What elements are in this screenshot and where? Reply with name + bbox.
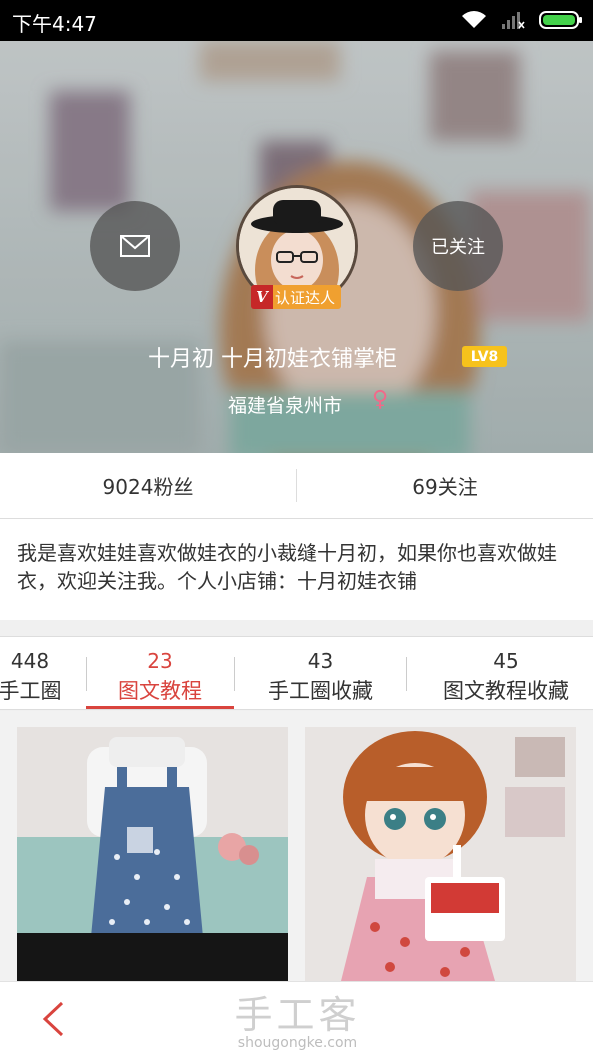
user-location: 福建省泉州市 [228, 395, 343, 417]
tab-count: 448 [10, 649, 50, 673]
verified-badge-text: 认证达人 [273, 285, 342, 309]
user-name: 十月初 十月初娃衣铺掌柜 [148, 347, 397, 372]
level-badge: LV8 [462, 346, 507, 367]
tab-count: 23 [147, 649, 173, 673]
follow-button[interactable]: 已关注 [413, 201, 503, 291]
tab-tutorials[interactable]: 23 图文教程 [86, 637, 234, 711]
tab-label: 手工圈收藏 [268, 679, 373, 703]
back-button[interactable] [40, 1000, 66, 1042]
verified-v-icon: V [251, 285, 273, 309]
following-count[interactable]: 69关注 [297, 453, 593, 518]
status-icons [461, 9, 583, 31]
battery-icon [539, 11, 582, 29]
tutorial-grid [0, 711, 593, 981]
tab-handcraft-circle[interactable]: 448 手工圈 [0, 637, 68, 711]
tutorial-thumbnail [17, 727, 288, 981]
tutorial-card[interactable] [305, 727, 576, 981]
tab-count: 43 [307, 649, 334, 673]
profile-header: V 认证达人 已关注 十月初 十月初娃衣铺掌柜 LV8 福建省泉州市 ♀ [0, 41, 593, 453]
wifi-icon [462, 11, 486, 28]
tab-label: 图文教程收藏 [443, 679, 569, 703]
female-icon: ♀ [372, 387, 389, 412]
send-message-button[interactable] [90, 201, 180, 291]
signal-icon [502, 12, 525, 29]
mail-icon [120, 235, 150, 257]
watermark: 手工客 shougongke.com [225, 984, 370, 1051]
fans-count[interactable]: 9024粉丝 [0, 453, 296, 518]
watermark-url: shougongke.com [237, 1035, 358, 1051]
tutorial-thumbnail [305, 727, 576, 981]
tab-count: 45 [493, 649, 519, 673]
bottom-bar: 手工客 shougongke.com [0, 981, 593, 1054]
tab-label: 图文教程 [118, 679, 202, 703]
status-time: 下午4:47 [12, 12, 97, 36]
tab-tutorial-favorites[interactable]: 45 图文教程收藏 [407, 637, 593, 711]
content-tabs: 448 手工圈 23 图文教程 43 手工圈收藏 45 图文教程收藏 [0, 636, 593, 710]
stats-bar: 9024粉丝 69关注 [0, 453, 593, 519]
status-bar: 下午4:47 [0, 0, 593, 41]
verified-badge: V 认证达人 [251, 285, 342, 309]
tab-circle-favorites[interactable]: 43 手工圈收藏 [235, 637, 406, 711]
watermark-title: 手工客 [234, 993, 361, 1037]
tab-label: 手工圈 [0, 679, 62, 703]
tutorial-card[interactable] [17, 727, 288, 981]
chevron-left-icon [42, 1001, 64, 1037]
user-bio: 我是喜欢娃娃喜欢做娃衣的小裁缝十月初，如果你也喜欢做娃衣，欢迎关注我。个人小店铺… [0, 519, 593, 620]
